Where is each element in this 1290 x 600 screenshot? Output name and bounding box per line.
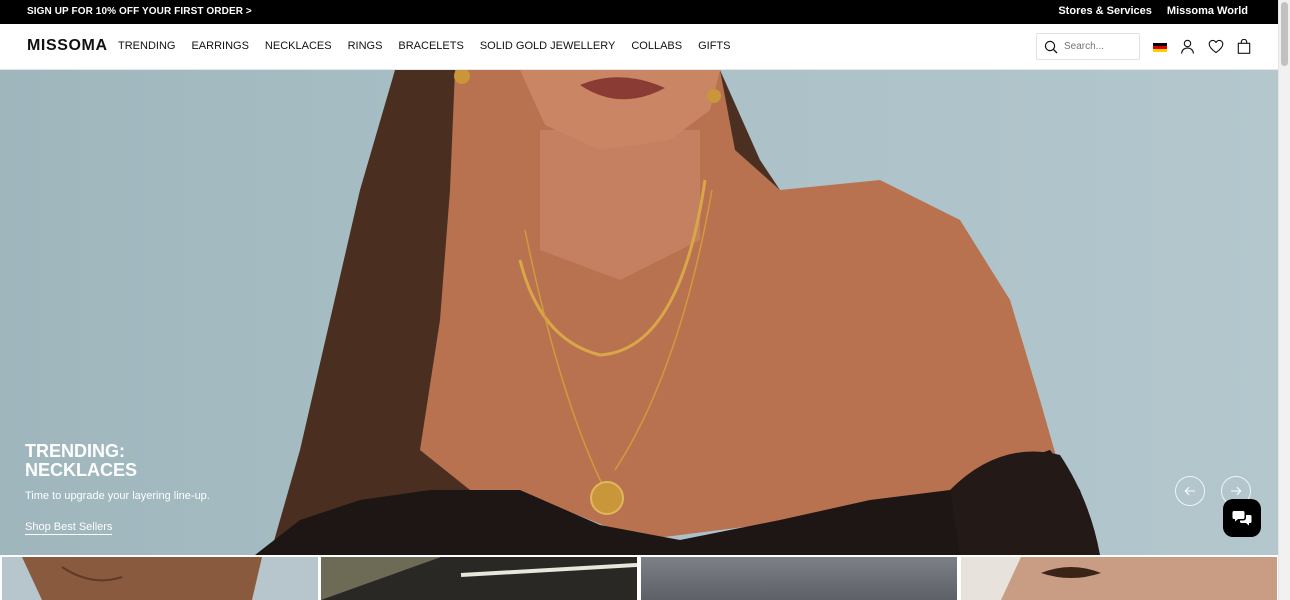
chat-bubbles-icon xyxy=(1232,511,1252,526)
category-tile-1[interactable] xyxy=(2,557,318,600)
category-tile-4[interactable] xyxy=(961,557,1277,600)
scrollbar-thumb[interactable] xyxy=(1281,2,1288,66)
nav-item-collabs[interactable]: COLLABS xyxy=(631,40,682,52)
nav-item-bracelets[interactable]: BRACELETS xyxy=(398,40,463,52)
hero-subtitle: Time to upgrade your layering line-up. xyxy=(25,490,210,502)
hero-title: TRENDING: NECKLACES xyxy=(25,441,138,480)
category-tile-3[interactable] xyxy=(641,557,957,600)
search-box[interactable] xyxy=(1036,33,1140,60)
tile-image xyxy=(22,557,262,600)
wishlist-heart-icon[interactable] xyxy=(1208,39,1224,54)
top-links: Stores & Services Missoma World xyxy=(1058,5,1248,17)
logo[interactable]: MISSOMA xyxy=(27,37,108,55)
account-icon[interactable] xyxy=(1180,39,1195,54)
search-icon xyxy=(1044,40,1058,53)
stores-services-link[interactable]: Stores & Services xyxy=(1058,5,1152,17)
bag-icon[interactable] xyxy=(1237,39,1251,54)
arrow-left-icon xyxy=(1184,486,1195,496)
page: SIGN UP FOR 10% OFF YOUR FIRST ORDER > S… xyxy=(0,0,1290,600)
nav-item-trending[interactable]: TRENDING xyxy=(118,40,175,52)
category-tile-2[interactable] xyxy=(321,557,637,600)
nav-item-gifts[interactable]: GIFTS xyxy=(698,40,730,52)
missoma-world-link[interactable]: Missoma World xyxy=(1167,5,1248,17)
page-scrollbar[interactable] xyxy=(1278,0,1290,600)
site-header: MISSOMA TRENDING EARRINGS NECKLACES RING… xyxy=(0,24,1278,70)
carousel-prev-button[interactable] xyxy=(1175,476,1205,506)
nav-item-earrings[interactable]: EARRINGS xyxy=(191,40,248,52)
search-input[interactable] xyxy=(1064,41,1134,52)
hero-banner[interactable]: TRENDING: NECKLACES Time to upgrade your… xyxy=(0,70,1278,555)
arrow-right-icon xyxy=(1231,486,1242,496)
main-nav: TRENDING EARRINGS NECKLACES RINGS BRACEL… xyxy=(118,40,730,52)
header-icons xyxy=(1153,39,1251,54)
flag-de-icon[interactable] xyxy=(1153,42,1167,53)
tile-image xyxy=(321,557,637,600)
chat-button[interactable] xyxy=(1223,499,1261,537)
hero-image xyxy=(255,70,1100,555)
category-tiles xyxy=(0,555,1278,600)
nav-item-solid-gold-jewellery[interactable]: SOLID GOLD JEWELLERY xyxy=(480,40,616,52)
nav-item-rings[interactable]: RINGS xyxy=(348,40,383,52)
tile-image xyxy=(961,557,1101,600)
nav-item-necklaces[interactable]: NECKLACES xyxy=(265,40,332,52)
shop-best-sellers-link[interactable]: Shop Best Sellers xyxy=(25,521,113,535)
promo-signup-link[interactable]: SIGN UP FOR 10% OFF YOUR FIRST ORDER > xyxy=(27,6,252,17)
promo-bar: SIGN UP FOR 10% OFF YOUR FIRST ORDER > S… xyxy=(0,0,1278,24)
